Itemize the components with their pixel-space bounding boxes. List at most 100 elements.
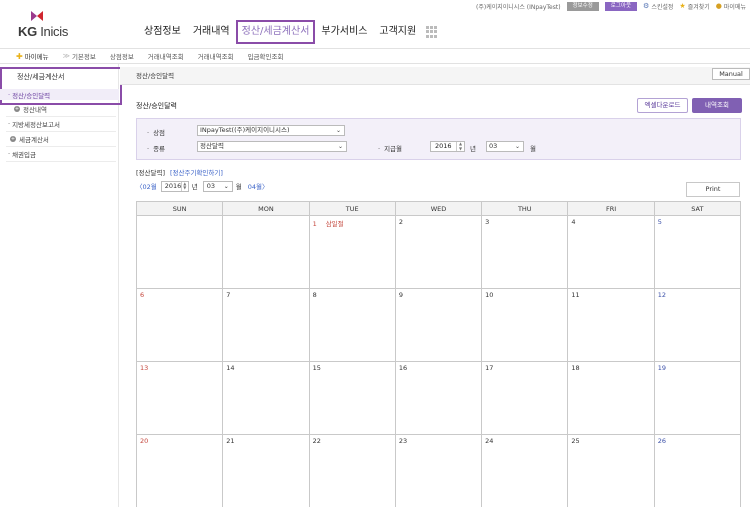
next-month-link[interactable]: 04월〉 bbox=[248, 181, 269, 191]
mymenu-link[interactable]: ● 마이메뉴 bbox=[716, 2, 746, 11]
logo[interactable]: KG Inicis bbox=[18, 10, 88, 40]
sidebar-divider bbox=[6, 161, 116, 162]
nav-extra-services[interactable]: 부가서비스 bbox=[315, 20, 373, 44]
tab-settlement-calendar[interactable]: [정산달력] bbox=[136, 169, 165, 177]
manual-button[interactable]: Manual bbox=[712, 68, 750, 80]
excel-download-button[interactable]: 엑셀다운로드 bbox=[637, 98, 688, 113]
calendar-day[interactable]: 24 bbox=[481, 434, 569, 507]
settlement-cycle-link[interactable]: [정산주기확인하기] bbox=[170, 169, 223, 177]
calendar-week: 6 7 8 9 10 11 12 bbox=[135, 288, 742, 362]
calendar-day[interactable]: 16 bbox=[394, 361, 483, 435]
nav-transactions[interactable]: 거래내역 bbox=[187, 20, 236, 44]
calendar-day[interactable]: 10 bbox=[481, 288, 569, 362]
year-unit: 년 bbox=[470, 145, 476, 153]
calendar-day[interactable]: 20 bbox=[135, 434, 224, 507]
calendar-day[interactable]: 26 bbox=[653, 434, 742, 507]
calendar-day[interactable]: 13 bbox=[135, 361, 224, 435]
month-navigation: 〈02월 2016 ▲ ▼ 년 03 ⌄ 월 04월〉 bbox=[136, 180, 269, 192]
logo-text: KG Inicis bbox=[18, 24, 69, 39]
nav-store-info[interactable]: 상점정보 bbox=[138, 20, 187, 44]
filter-panel: 상점 INpayTest((주)케이지이니시스)⌄ 종류 정산달력⌄ 지급월 2… bbox=[136, 118, 741, 160]
sub-link-deposit[interactable]: 입금확인조회 bbox=[241, 51, 291, 61]
calendar-day[interactable]: 21 bbox=[222, 434, 310, 507]
stepper-arrows-icon[interactable]: ▲ ▼ bbox=[456, 141, 464, 151]
sub-link-transactions[interactable]: 거래내역조회 bbox=[141, 51, 191, 61]
calendar-day[interactable]: 17 bbox=[481, 361, 569, 435]
header-thu: THU bbox=[481, 201, 569, 216]
calendar-table: SUN MON TUE WED THU FRI SAT 1 삼일절 2 3 4 5… bbox=[135, 201, 742, 507]
calendar-day[interactable] bbox=[135, 215, 224, 289]
plus-icon: ✚ bbox=[16, 51, 23, 61]
calendar-week: 20 21 22 23 24 25 26 bbox=[135, 434, 742, 507]
favorites-link[interactable]: ★ 즐겨찾기 bbox=[679, 2, 709, 11]
sidebar-item-calendar[interactable]: 정산/승인달력 bbox=[0, 89, 119, 100]
logout-button[interactable]: 로그아웃 bbox=[604, 1, 638, 11]
sidebar: 정산/세금계산서 정산/승인달력 +정산내역 지방세정산보고서 +세금계산서 채… bbox=[0, 64, 122, 507]
store-label: 상점 bbox=[147, 127, 165, 137]
header-sat: SAT bbox=[653, 201, 742, 216]
calendar-day[interactable]: 22 bbox=[308, 434, 396, 507]
sidebar-item-bond-deposit[interactable]: 채권입금 bbox=[0, 148, 119, 159]
sidebar-title: 정산/세금계산서 bbox=[17, 73, 65, 81]
mymenu-button[interactable]: ✚ 마이메뉴 bbox=[0, 51, 56, 62]
calendar-day[interactable]: 7 bbox=[222, 288, 310, 362]
sidebar-item-local-tax[interactable]: 지방세정산보고서 bbox=[0, 118, 119, 129]
calendar-day[interactable]: 9 bbox=[394, 288, 483, 362]
main-content: 정산/승인달력 Manual 정산/승인달력 엑셀다운로드 내역조회 상점 IN… bbox=[120, 64, 750, 507]
search-history-button[interactable]: 내역조회 bbox=[692, 98, 742, 113]
calendar-day[interactable]: 11 bbox=[567, 288, 655, 362]
basic-info-label: ≫ 기본정보 bbox=[62, 52, 96, 61]
calendar-day[interactable]: 3 bbox=[481, 215, 569, 289]
company-name: (주)케이지이니시스 (INpayTest) bbox=[476, 3, 561, 11]
chevron-down-icon: ⌄ bbox=[223, 182, 229, 190]
nav-month-select[interactable]: 03 ⌄ bbox=[202, 180, 233, 192]
sub-link-store-info[interactable]: 상점정보 bbox=[103, 51, 141, 61]
calendar-header-row: SUN MON TUE WED THU FRI SAT bbox=[135, 201, 742, 216]
calendar-day[interactable]: 12 bbox=[653, 288, 742, 362]
calendar-day[interactable] bbox=[222, 215, 310, 289]
chevron-down-icon: ⌄ bbox=[335, 127, 341, 134]
calendar-day[interactable]: 6 bbox=[135, 288, 224, 362]
calendar-day[interactable]: 25 bbox=[567, 434, 655, 507]
calendar-day[interactable]: 23 bbox=[394, 434, 483, 507]
calendar-day[interactable]: 5 bbox=[653, 215, 742, 289]
calendar-week: 13 14 15 16 17 18 19 bbox=[135, 361, 742, 435]
month-select[interactable]: 03 ⌄ bbox=[486, 141, 524, 152]
chevron-down-icon: ⌄ bbox=[337, 143, 343, 150]
star-icon: ★ bbox=[679, 2, 686, 10]
month-unit: 월 bbox=[530, 145, 536, 153]
year-stepper[interactable]: 2016 ▲ ▼ bbox=[430, 141, 465, 152]
sub-link-transactions-2[interactable]: 거래내역조회 bbox=[191, 51, 241, 61]
prev-month-link[interactable]: 〈02월 bbox=[136, 181, 157, 191]
nav-support[interactable]: 고객지원 bbox=[373, 20, 422, 44]
store-select[interactable]: INpayTest((주)케이지이니시스) ⌄ bbox=[197, 125, 345, 136]
sidebar-item-settlement-history[interactable]: + 정산내역 bbox=[0, 103, 119, 114]
calendar-day[interactable]: 1 삼일절 bbox=[308, 215, 396, 289]
sidebar-divider bbox=[6, 116, 116, 117]
grid-menu-icon[interactable] bbox=[426, 26, 438, 38]
calendar-day[interactable]: 2 bbox=[394, 215, 483, 289]
nav-settlement[interactable]: 정산/세금계산서 bbox=[235, 20, 316, 44]
nav-month-unit: 월 bbox=[235, 183, 242, 191]
header-mon: MON bbox=[222, 201, 310, 216]
sidebar-item-tax-invoice[interactable]: + 세금계산서 bbox=[0, 133, 119, 144]
calendar-day[interactable]: 15 bbox=[308, 361, 396, 435]
edit-info-button[interactable]: 정보수정 bbox=[566, 1, 599, 11]
type-select[interactable]: 정산달력 ⌄ bbox=[197, 141, 347, 152]
calendar-day[interactable]: 18 bbox=[567, 361, 655, 435]
calendar-tabs: [정산달력] [정산주기확인하기] bbox=[136, 167, 223, 177]
type-label: 종류 bbox=[147, 143, 165, 153]
main-nav: 상점정보 거래내역 정산/세금계산서 부가서비스 고객지원 bbox=[138, 20, 438, 44]
double-chevron-icon: ≫ bbox=[62, 52, 70, 60]
calendar-day[interactable]: 14 bbox=[222, 361, 310, 435]
calendar-day[interactable]: 8 bbox=[308, 288, 396, 362]
header-wed: WED bbox=[394, 201, 483, 216]
print-button[interactable]: Print bbox=[686, 182, 740, 197]
calendar-day[interactable]: 4 bbox=[567, 215, 655, 289]
calendar-day[interactable]: 19 bbox=[653, 361, 742, 435]
stepper-arrows-icon[interactable]: ▲ ▼ bbox=[180, 181, 188, 191]
skin-settings-link[interactable]: ⚙ 스킨설정 bbox=[643, 2, 673, 11]
breadcrumb: 정산/승인달력 bbox=[120, 67, 750, 85]
sidebar-divider bbox=[6, 146, 116, 147]
nav-year-stepper[interactable]: 2016 ▲ ▼ bbox=[160, 180, 189, 192]
